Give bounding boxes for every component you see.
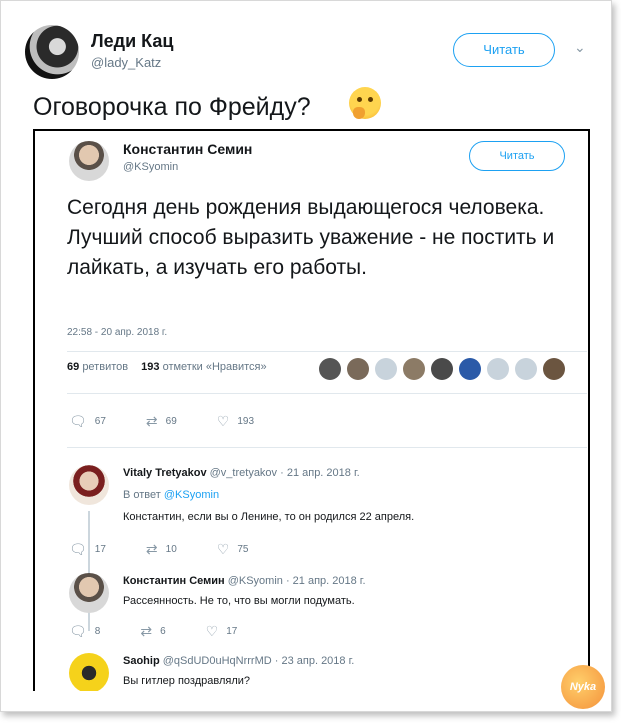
author-name[interactable]: Константин Семин	[123, 575, 225, 587]
reply-text: Вы гитлер поздравляли?	[123, 675, 251, 687]
author-handle[interactable]: @lady_Katz	[91, 55, 161, 70]
tweet-text: Сегодня день рождения выдающегося челове…	[67, 196, 555, 279]
embedded-screenshot: Константин Семин @KSyomin Читать Сегодня…	[33, 129, 590, 691]
like-button[interactable]: ♡ 17	[206, 623, 238, 640]
like-button[interactable]: ♡ 75	[217, 541, 249, 558]
reply-icon: 🗨	[69, 541, 87, 557]
likes-count[interactable]: 193	[141, 361, 159, 373]
retweets-label[interactable]: ретвитов	[82, 361, 128, 373]
author-name[interactable]: Леди Кац	[91, 31, 173, 52]
author-name[interactable]: Saohip	[123, 655, 160, 667]
reply-header: Константин Семин @KSyomin · 21 апр. 2018…	[123, 575, 366, 587]
avatar[interactable]	[69, 141, 109, 181]
avatar[interactable]	[375, 358, 397, 380]
avatar[interactable]	[69, 465, 109, 505]
retweet-icon: ⇄	[145, 541, 158, 557]
reply-to-label: В ответ	[123, 489, 161, 501]
reply-button[interactable]: 🗨 17	[69, 541, 106, 558]
reply-icon: 🗨	[69, 413, 87, 429]
author-name[interactable]: Константин Семин	[123, 141, 252, 157]
retweet-button[interactable]: ⇄ 6	[140, 623, 165, 640]
reply-button[interactable]: 🗨 8	[69, 623, 100, 640]
thinking-emoji-icon	[349, 87, 381, 119]
heart-icon: ♡	[216, 541, 230, 557]
tweet-actions: 🗨 67 ⇄ 69 ♡ 193	[69, 413, 294, 430]
reply-count: 8	[94, 626, 101, 637]
reply-button[interactable]: 🗨 67	[69, 413, 106, 430]
liker-avatars	[319, 358, 565, 380]
avatar[interactable]	[487, 358, 509, 380]
retweet-icon: ⇄	[140, 623, 153, 639]
retweet-button[interactable]: ⇄ 69	[146, 413, 177, 430]
reply-header: Vitaly Tretyakov @v_tretyakov · 21 апр. …	[123, 467, 360, 479]
reply-text: Константин, если вы о Ленине, то он роди…	[123, 511, 415, 523]
retweet-count: 69	[165, 416, 177, 427]
tweet-timestamp[interactable]: 22:58 - 20 апр. 2018 г.	[67, 327, 167, 338]
watermark-logo: Nyka	[561, 665, 605, 709]
reply-icon: 🗨	[69, 623, 87, 639]
outer-tweet: Леди Кац @lady_Katz Читать ⌄ Оговорочка …	[0, 0, 612, 712]
divider	[67, 447, 587, 448]
avatar[interactable]	[347, 358, 369, 380]
avatar[interactable]	[25, 25, 79, 79]
avatar[interactable]	[319, 358, 341, 380]
likes-label[interactable]: отметки «Нравится»	[163, 361, 267, 373]
mention-link[interactable]: @KSyomin	[164, 489, 219, 501]
avatar[interactable]	[69, 573, 109, 613]
retweet-count: 6	[160, 626, 166, 637]
divider	[67, 351, 587, 352]
reply-text: Рассеянность. Не то, что вы могли подума…	[123, 595, 355, 607]
retweet-button[interactable]: ⇄ 10	[146, 541, 177, 558]
retweet-count: 10	[165, 544, 177, 555]
reply-to: В ответ @KSyomin	[123, 489, 219, 501]
retweets-count[interactable]: 69	[67, 361, 79, 373]
reply-meta[interactable]: @qSdUD0uHqNrrrMD · 23 апр. 2018 г.	[163, 655, 355, 667]
like-count: 193	[237, 416, 255, 427]
heart-icon: ♡	[205, 623, 219, 639]
avatar[interactable]	[69, 653, 109, 691]
heart-icon: ♡	[216, 413, 230, 429]
avatar[interactable]	[543, 358, 565, 380]
like-button[interactable]: ♡ 193	[217, 413, 254, 430]
avatar[interactable]	[515, 358, 537, 380]
avatar[interactable]	[431, 358, 453, 380]
avatar[interactable]	[403, 358, 425, 380]
retweet-icon: ⇄	[145, 413, 158, 429]
chevron-down-icon[interactable]: ⌄	[574, 39, 586, 56]
tweet-actions: 🗨 17 ⇄ 10 ♡ 75	[69, 541, 288, 558]
reply-header: Saohip @qSdUD0uHqNrrrMD · 23 апр. 2018 г…	[123, 655, 354, 667]
divider	[67, 393, 587, 394]
tweet-text: Оговорочка по Фрейду?	[33, 93, 311, 121]
reply-meta[interactable]: @KSyomin · 21 апр. 2018 г.	[228, 575, 366, 587]
tweet-stats: 69 ретвитов 193 отметки «Нравится»	[67, 361, 267, 373]
follow-button[interactable]: Читать	[453, 33, 555, 67]
tweet-actions: 🗨 8 ⇄ 6 ♡ 17	[69, 623, 277, 640]
avatar[interactable]	[459, 358, 481, 380]
author-handle[interactable]: @KSyomin	[123, 161, 178, 173]
thread-line	[88, 511, 90, 631]
reply-meta[interactable]: @v_tretyakov · 21 апр. 2018 г.	[210, 467, 360, 479]
like-count: 75	[237, 544, 249, 555]
like-count: 17	[226, 626, 238, 637]
follow-button[interactable]: Читать	[469, 141, 565, 171]
author-name[interactable]: Vitaly Tretyakov	[123, 467, 207, 479]
reply-count: 67	[94, 416, 106, 427]
reply-count: 17	[94, 544, 106, 555]
